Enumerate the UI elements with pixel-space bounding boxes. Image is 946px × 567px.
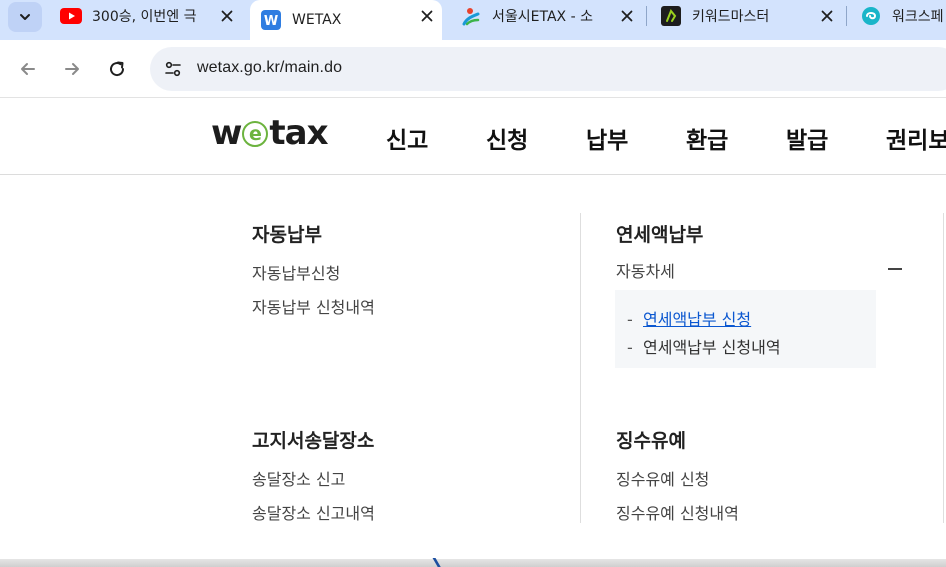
reload-button[interactable] — [103, 55, 131, 83]
submenu-link-active[interactable]: 연세액납부 신청 — [643, 310, 751, 329]
menu-group-title[interactable]: 연세액납부 — [616, 220, 703, 247]
site-info-icon[interactable] — [160, 56, 186, 82]
submenu-item[interactable]: - 연세액납부 신청 — [627, 306, 751, 330]
dash-icon: - — [627, 338, 633, 357]
tab-separator — [646, 6, 647, 26]
logo-e-mark: e — [242, 121, 269, 147]
wetax-logo[interactable]: w e tax — [211, 113, 329, 153]
menu-link[interactable]: 송달장소 신고 — [252, 466, 345, 490]
wetax-icon: W — [260, 10, 282, 30]
close-icon[interactable] — [218, 7, 236, 25]
arrow-right-icon — [65, 63, 79, 75]
gnb-apply[interactable]: 신청 — [486, 121, 528, 155]
menu-link[interactable]: 자동납부신청 — [252, 260, 340, 284]
page-backdrop — [0, 559, 946, 567]
column-divider — [580, 213, 581, 523]
menu-link[interactable]: 자동납부 신청내역 — [252, 294, 375, 318]
youtube-icon — [60, 7, 82, 25]
gnb-report[interactable]: 신고 — [386, 121, 428, 155]
submenu-box: - 연세액납부 신청 - 연세액납부 신청내역 — [615, 290, 876, 368]
url-text[interactable]: wetax.go.kr/main.do — [197, 59, 342, 77]
browser-toolbar: wetax.go.kr/main.do — [0, 40, 946, 98]
gnb-rights[interactable]: 권리보 — [886, 121, 946, 155]
arrow-left-icon — [21, 63, 35, 75]
menu-group-title[interactable]: 자동납부 — [252, 220, 322, 247]
tab-workspace[interactable]: 워크스페 — [852, 0, 946, 32]
close-icon[interactable] — [818, 7, 836, 25]
tab-youtube[interactable]: 300승, 이번엔 극 — [52, 0, 242, 32]
menu-expandable-item[interactable]: 자동차세 — [616, 258, 675, 282]
tab-title: 워크스페 — [892, 9, 944, 25]
menu-link[interactable]: 징수유예 신청내역 — [616, 500, 739, 524]
tab-keyword-master[interactable]: 키워드마스터 — [652, 0, 842, 32]
tab-strip: 300승, 이번엔 극 W WETAX 서울시ETAX - 소 키워드마스터 워… — [0, 0, 946, 40]
submenu-link[interactable]: 연세액납부 신청내역 — [643, 338, 781, 357]
column-divider — [943, 213, 944, 523]
back-button[interactable] — [14, 55, 42, 83]
menu-link[interactable]: 송달장소 신고내역 — [252, 500, 375, 524]
gnb-issue[interactable]: 발급 — [786, 121, 828, 155]
logo-text-post: tax — [269, 113, 328, 153]
tab-separator — [846, 6, 847, 26]
tab-seoul-etax[interactable]: 서울시ETAX - 소 — [452, 0, 642, 32]
submenu-item[interactable]: - 연세액납부 신청내역 — [627, 334, 781, 358]
gnb-refund[interactable]: 환급 — [686, 121, 728, 155]
tab-search-button[interactable] — [8, 2, 42, 32]
reload-icon — [110, 61, 125, 77]
menu-group-title[interactable]: 징수유예 — [616, 426, 686, 453]
close-icon[interactable] — [418, 7, 436, 25]
tab-wetax[interactable]: W WETAX — [250, 0, 442, 40]
menu-group-title[interactable]: 고지서송달장소 — [252, 426, 374, 453]
close-icon[interactable] — [618, 7, 636, 25]
site-header: w e tax 신고 신청 납부 환급 발급 권리보 — [0, 99, 946, 175]
seoul-etax-icon — [460, 7, 482, 26]
forward-button[interactable] — [58, 55, 86, 83]
browser-window: 300승, 이번엔 극 W WETAX 서울시ETAX - 소 키워드마스터 워… — [0, 0, 946, 567]
chevron-down-icon — [20, 14, 30, 20]
address-bar[interactable]: wetax.go.kr/main.do — [150, 47, 946, 91]
minus-icon[interactable] — [888, 268, 902, 270]
svg-text:W: W — [264, 14, 278, 29]
dash-icon: - — [627, 310, 633, 329]
gnb-pay[interactable]: 납부 — [586, 121, 628, 155]
logo-text-pre: w — [211, 113, 242, 153]
workspace-icon — [860, 7, 882, 25]
mega-menu: 자동납부 자동납부신청 자동납부 신청내역 고지서송달장소 송달장소 신고 송달… — [0, 176, 946, 559]
keyword-master-icon — [660, 6, 682, 26]
menu-link[interactable]: 징수유예 신청 — [616, 466, 709, 490]
